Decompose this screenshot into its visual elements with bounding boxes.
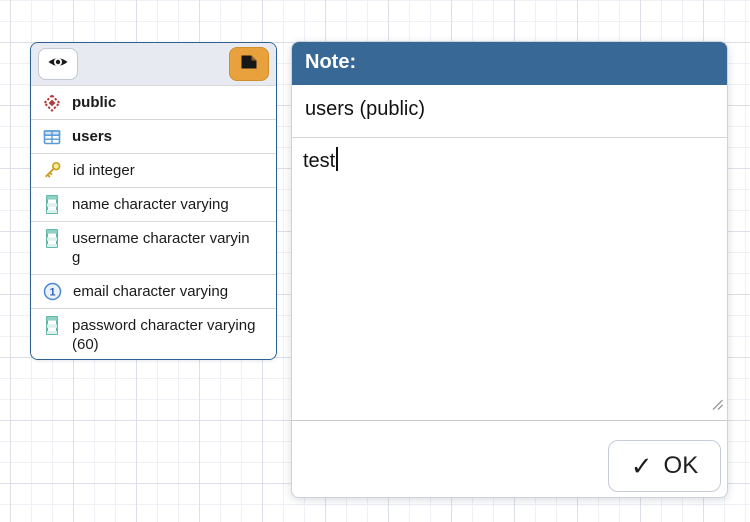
text-caret — [336, 147, 338, 171]
svg-text:1: 1 — [49, 286, 55, 298]
column-row-name: name character varying — [31, 187, 276, 221]
schema-row: public — [31, 85, 276, 119]
note-dialog-title: Note: — [292, 42, 727, 85]
table-icon — [43, 127, 61, 146]
column-label: username character varying — [72, 229, 257, 267]
check-icon: ✓ — [631, 453, 653, 479]
note-text: test — [303, 150, 335, 172]
table-name: users — [72, 127, 257, 146]
note-dialog-footer: ✓ OK — [292, 421, 727, 497]
column-label: name character varying — [72, 195, 257, 214]
column-row-password: password character varying (60) — [31, 308, 276, 360]
note-icon — [239, 53, 259, 76]
primary-key-icon — [43, 161, 62, 180]
column-row-id: id integer — [31, 153, 276, 187]
note-textarea[interactable]: test — [292, 138, 727, 421]
column-row-email: 1 email character varying — [31, 274, 276, 308]
resize-handle-icon[interactable] — [710, 394, 724, 417]
table-row: users — [31, 119, 276, 153]
column-icon — [43, 229, 61, 248]
column-label: id integer — [73, 161, 258, 180]
column-label: email character varying — [73, 282, 258, 301]
note-table-reference: users (public) — [292, 85, 727, 138]
erd-canvas[interactable]: { "canvas": { "grid_minor_color": "#eef0… — [0, 0, 750, 522]
show-details-button[interactable] — [38, 48, 78, 80]
note-button[interactable] — [229, 47, 269, 81]
schema-name: public — [72, 93, 257, 112]
ok-button[interactable]: ✓ OK — [608, 440, 721, 492]
schema-icon — [43, 93, 61, 112]
column-label: password character varying (60) — [72, 316, 257, 354]
table-node-toolbar — [31, 43, 276, 85]
column-row-username: username character varying — [31, 221, 276, 274]
column-icon — [43, 195, 61, 214]
ok-button-label: OK — [664, 452, 699, 480]
unique-one-icon: 1 — [43, 282, 62, 301]
eye-icon — [47, 53, 69, 76]
note-dialog: Note: users (public) test ✓ OK — [291, 41, 728, 498]
column-icon — [43, 316, 61, 335]
erd-table-node-users[interactable]: public users id integer — [30, 42, 277, 360]
